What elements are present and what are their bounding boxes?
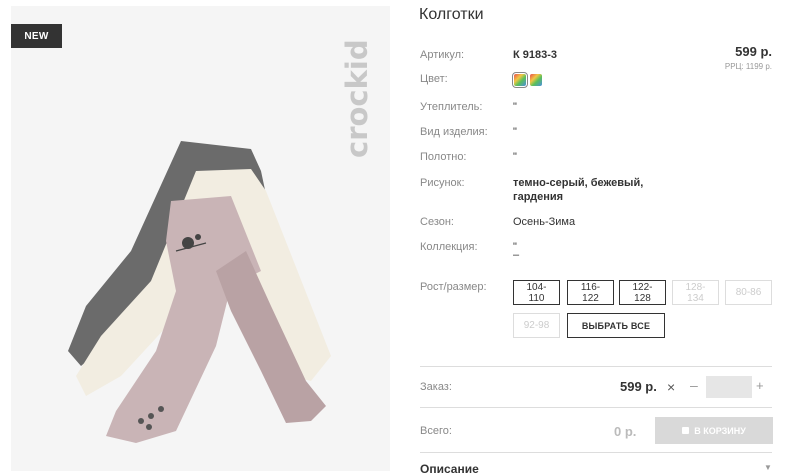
product-title: Колготки xyxy=(419,6,484,23)
divider xyxy=(420,452,772,453)
fabric-value: " xyxy=(513,151,517,163)
pattern-value-line1: темно-серый, бежевый, xyxy=(513,177,644,189)
type-value: " xyxy=(513,126,517,138)
add-to-cart-label: В КОРЗИНУ xyxy=(694,425,746,436)
size-option-116-122[interactable]: 116-122 xyxy=(567,280,614,305)
collection-label: Коллекция: xyxy=(420,241,478,253)
decrease-quantity-button[interactable]: – xyxy=(690,377,698,393)
color-swatch-icon[interactable] xyxy=(512,72,528,88)
total-label: Всего: xyxy=(420,425,452,437)
recommended-price: РРЦ: 1199 р. xyxy=(724,62,772,71)
size-option-128-134: 128-134 xyxy=(672,280,719,305)
tights-illustration xyxy=(68,141,331,443)
order-label: Заказ: xyxy=(420,381,452,393)
fabric-label: Полотно: xyxy=(420,151,467,163)
collection-value-secondary: – xyxy=(513,249,520,261)
color-label: Цвет: xyxy=(420,73,448,85)
times-icon: × xyxy=(667,379,676,395)
type-label: Вид изделия: xyxy=(420,126,488,138)
article-value: К 9183-3 xyxy=(513,49,558,61)
size-label: Рост/размер: xyxy=(420,281,487,293)
select-all-sizes-button[interactable]: ВЫБРАТЬ ВСЕ xyxy=(567,313,665,338)
size-option-80-86: 80-86 xyxy=(725,280,772,305)
quantity-input[interactable] xyxy=(706,376,752,398)
insulation-label: Утеплитель: xyxy=(420,101,483,113)
order-price: 599 р. xyxy=(620,379,657,394)
divider xyxy=(420,366,772,367)
new-badge: NEW xyxy=(11,24,62,48)
size-option-92-98: 92-98 xyxy=(513,313,560,338)
description-toggle[interactable]: Описание xyxy=(420,462,479,476)
increase-quantity-button[interactable]: + xyxy=(756,378,764,393)
season-label: Сезон: xyxy=(420,216,454,228)
divider xyxy=(420,407,772,408)
product-image[interactable]: NEW crockid xyxy=(11,6,390,471)
insulation-value: " xyxy=(513,101,517,113)
article-label: Артикул: xyxy=(420,49,465,61)
add-to-cart-button[interactable]: В КОРЗИНУ xyxy=(655,417,773,444)
cart-icon xyxy=(682,427,690,434)
color-swatch-icon[interactable] xyxy=(530,74,542,86)
total-value: 0 р. xyxy=(614,424,637,439)
season-value: Осень-Зима xyxy=(513,216,576,228)
pattern-label: Рисунок: xyxy=(420,177,465,189)
size-option-104-110[interactable]: 104-110 xyxy=(513,280,560,305)
product-price: 599 р. xyxy=(735,44,772,59)
size-option-122-128[interactable]: 122-128 xyxy=(619,280,666,305)
pattern-value-line2: гардения xyxy=(513,191,564,203)
